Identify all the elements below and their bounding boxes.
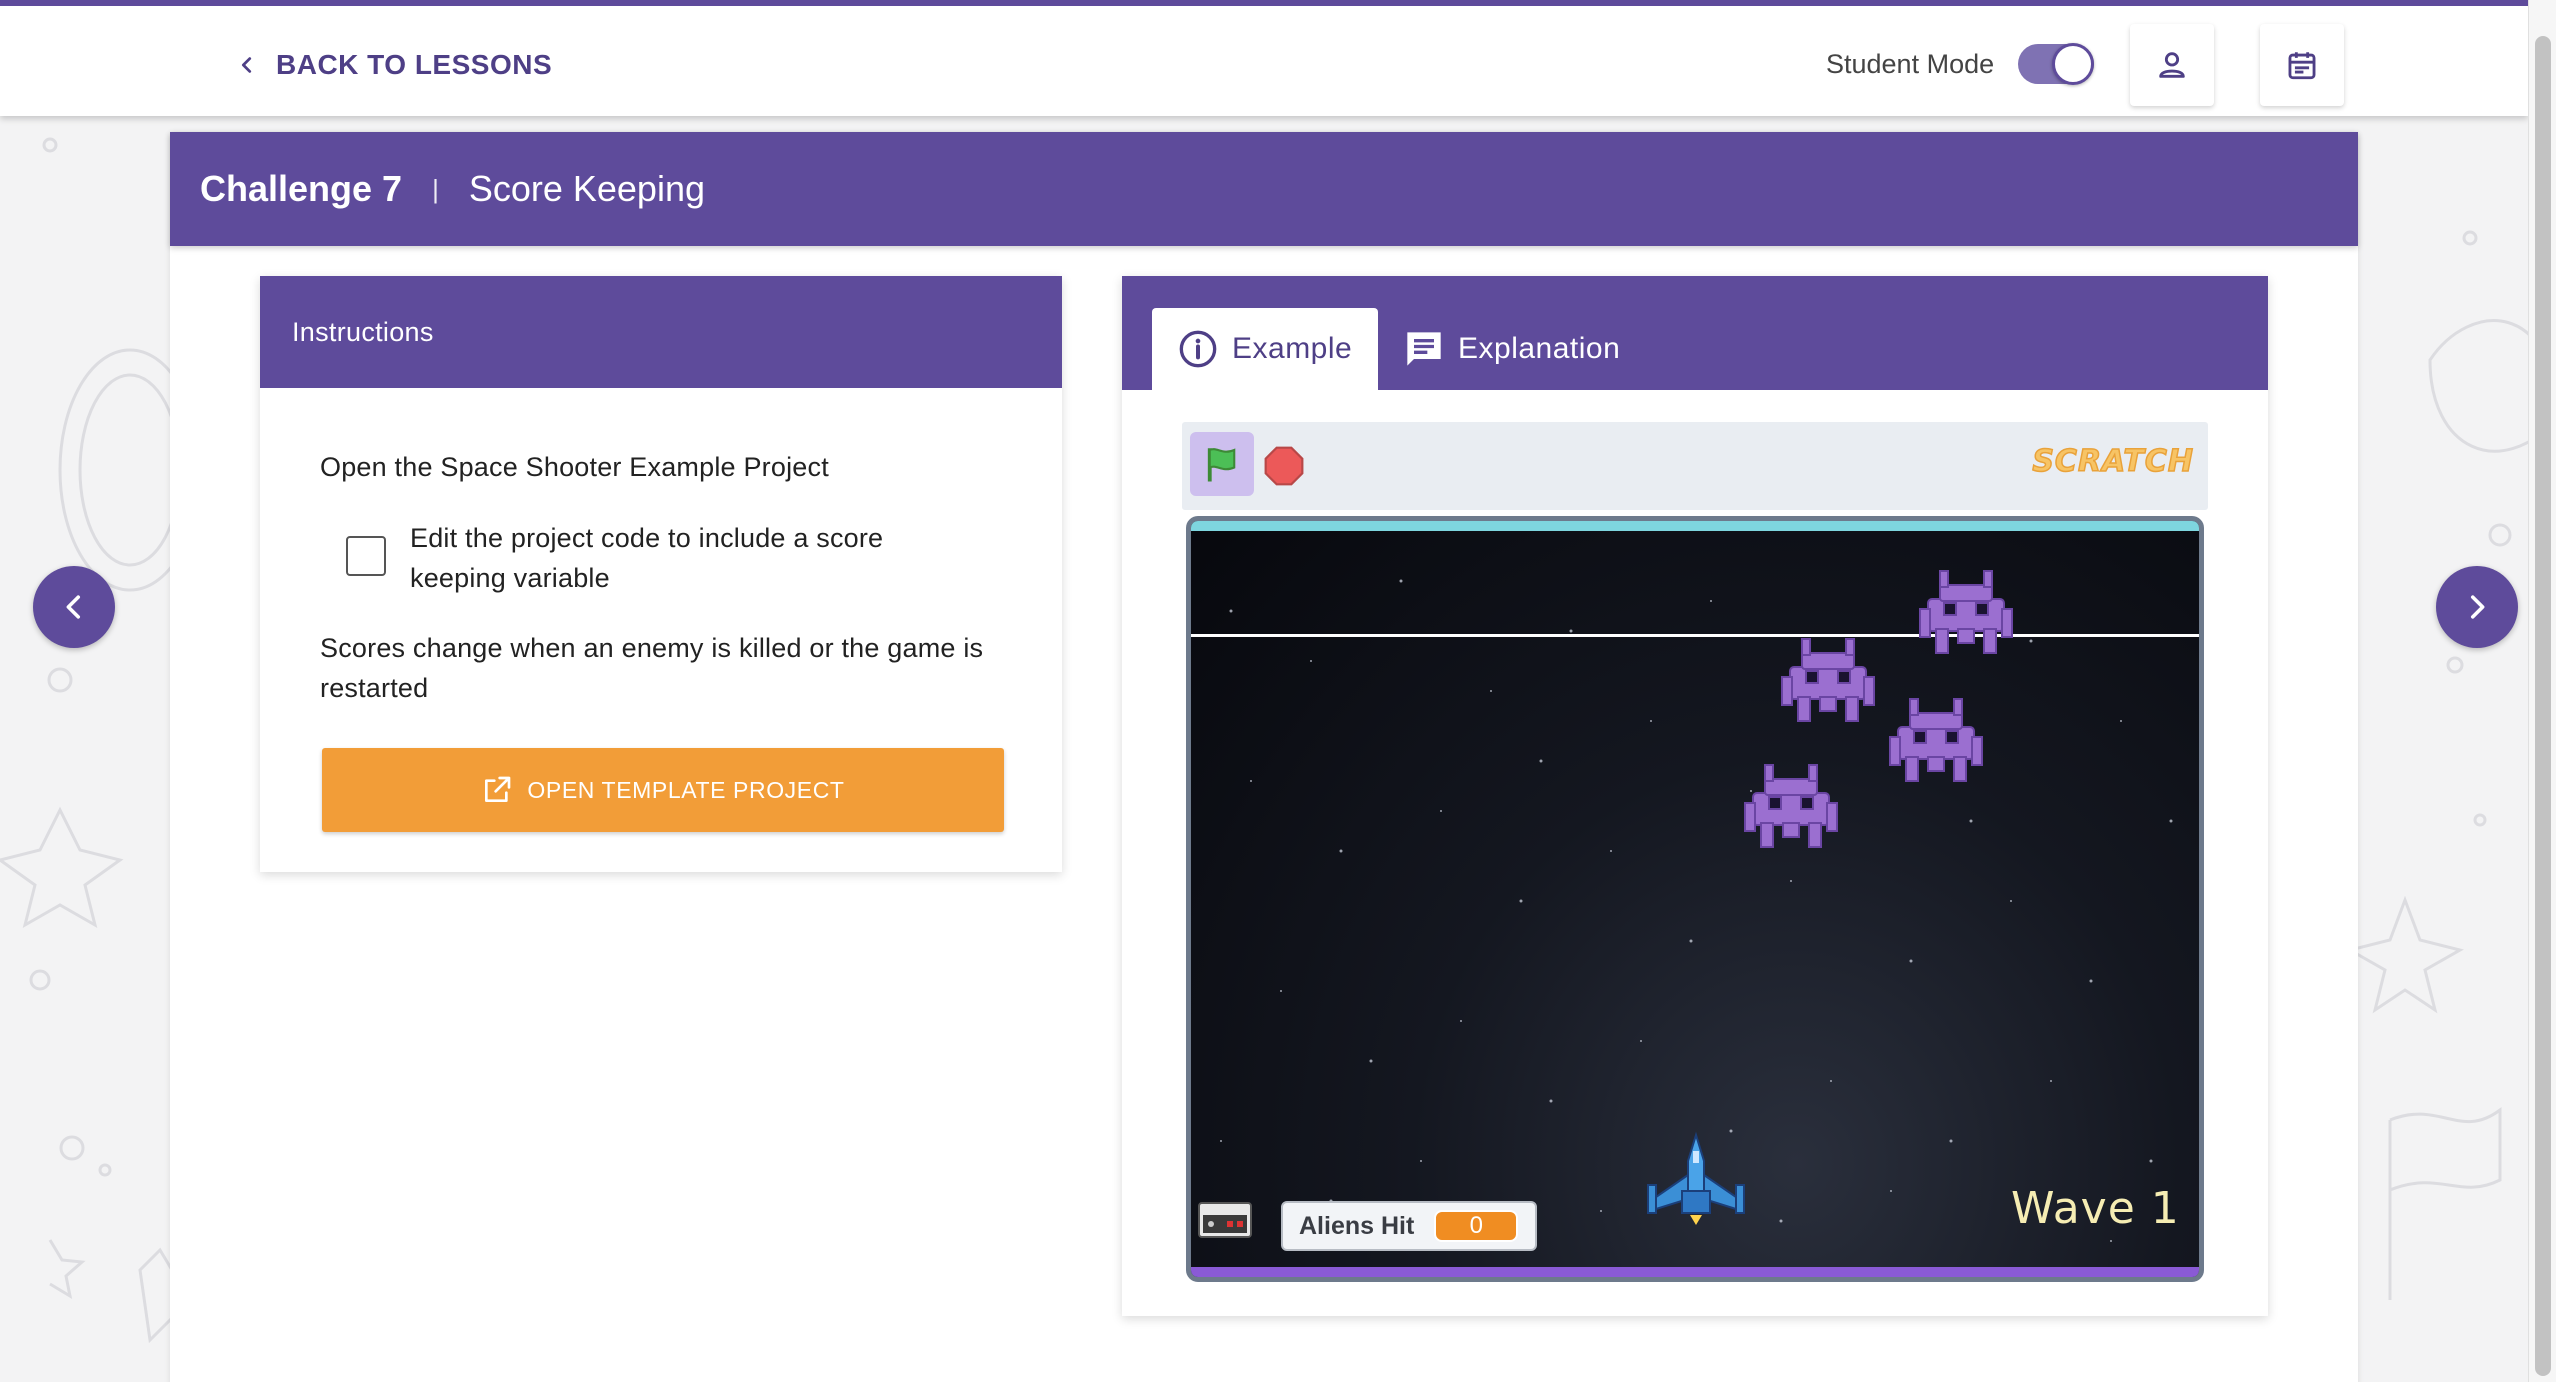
chevron-left-icon xyxy=(66,595,81,619)
aliens-hit-monitor: Aliens Hit 0 xyxy=(1281,1201,1537,1251)
stage-top-bar xyxy=(1191,521,2199,531)
boundary-line xyxy=(1191,634,2199,637)
calendar-icon xyxy=(2288,52,2316,80)
instructions-header: Instructions xyxy=(260,276,1062,388)
alien-sprite xyxy=(1889,698,1983,782)
tab-example[interactable]: Example xyxy=(1152,308,1378,390)
player-spaceship xyxy=(1647,1131,1745,1225)
previous-challenge-button[interactable] xyxy=(33,566,115,648)
external-link-icon xyxy=(485,776,511,802)
chevron-left-icon xyxy=(241,57,252,73)
alien-sprite xyxy=(1744,764,1838,848)
scratch-player-toolbar: SCRATCH xyxy=(1182,422,2208,510)
scrollbar-thumb[interactable] xyxy=(2535,36,2551,1376)
stage-bottom-bar xyxy=(1191,1267,2199,1277)
gamepad-icon xyxy=(1198,1202,1252,1238)
game-scene xyxy=(1191,521,2199,1277)
tab-example-label: Example xyxy=(1232,332,1353,365)
alien-sprite xyxy=(1781,638,1875,722)
aliens-hit-label: Aliens Hit xyxy=(1299,1211,1415,1240)
next-challenge-button[interactable] xyxy=(2436,566,2518,648)
top-accent-bar xyxy=(0,0,2556,6)
green-flag-icon xyxy=(1207,448,1236,482)
top-bar: BACK TO LESSONS Student Mode xyxy=(0,6,2528,116)
challenge-separator: | xyxy=(432,173,439,204)
student-mode-toggle[interactable] xyxy=(2018,43,2095,85)
student-mode-label: Student Mode xyxy=(1826,48,1995,79)
example-panel: Example Explanation SCRATCH Aliens Hit 0… xyxy=(1122,276,2268,1316)
alien-sprite xyxy=(1919,570,2013,654)
green-flag-button[interactable] xyxy=(1190,432,1254,496)
challenge-header: Challenge 7 | Score Keeping xyxy=(170,132,2358,246)
instructions-card: Instructions Open the Space Shooter Exam… xyxy=(260,276,1062,872)
aliens-hit-value: 0 xyxy=(1434,1210,1519,1242)
task-text: Edit the project code to include a score… xyxy=(410,523,884,593)
wave-label: Wave 1 xyxy=(2011,1183,2180,1234)
instruction-open-project: Open the Space Shooter Example Project xyxy=(320,452,829,482)
user-profile-button[interactable] xyxy=(2130,24,2214,106)
example-tabs-bar: Example Explanation xyxy=(1122,276,2268,390)
tab-explanation-label: Explanation xyxy=(1458,332,1621,365)
challenge-title: Score Keeping xyxy=(468,168,705,209)
info-icon xyxy=(1179,330,1217,368)
challenge-number: Challenge 7 xyxy=(200,168,403,209)
user-icon xyxy=(2159,52,2185,78)
task-checklist-item: Edit the project code to include a score… xyxy=(346,518,970,598)
comment-icon xyxy=(1407,332,1441,366)
back-to-lessons-label: BACK TO LESSONS xyxy=(276,49,553,80)
stop-button[interactable] xyxy=(1262,444,1306,488)
calendar-button[interactable] xyxy=(2260,24,2344,106)
scratch-stage[interactable]: Aliens Hit 0 Wave 1 xyxy=(1186,516,2204,1282)
open-template-project-button[interactable]: OPEN TEMPLATE PROJECT xyxy=(322,748,1004,832)
scratch-logo: SCRATCH xyxy=(2032,443,2194,480)
toggle-knob xyxy=(2052,43,2095,85)
task-checkbox[interactable] xyxy=(346,536,386,576)
back-to-lessons-link[interactable]: BACK TO LESSONS xyxy=(236,42,552,88)
open-template-label: OPEN TEMPLATE PROJECT xyxy=(527,776,845,803)
chevron-right-icon xyxy=(2470,595,2485,619)
page-scrollbar[interactable] xyxy=(2528,0,2556,1382)
tab-explanation[interactable]: Explanation xyxy=(1404,308,1620,390)
instruction-score-note: Scores change when an enemy is killed or… xyxy=(320,633,984,703)
student-mode-control: Student Mode xyxy=(1826,43,2095,85)
